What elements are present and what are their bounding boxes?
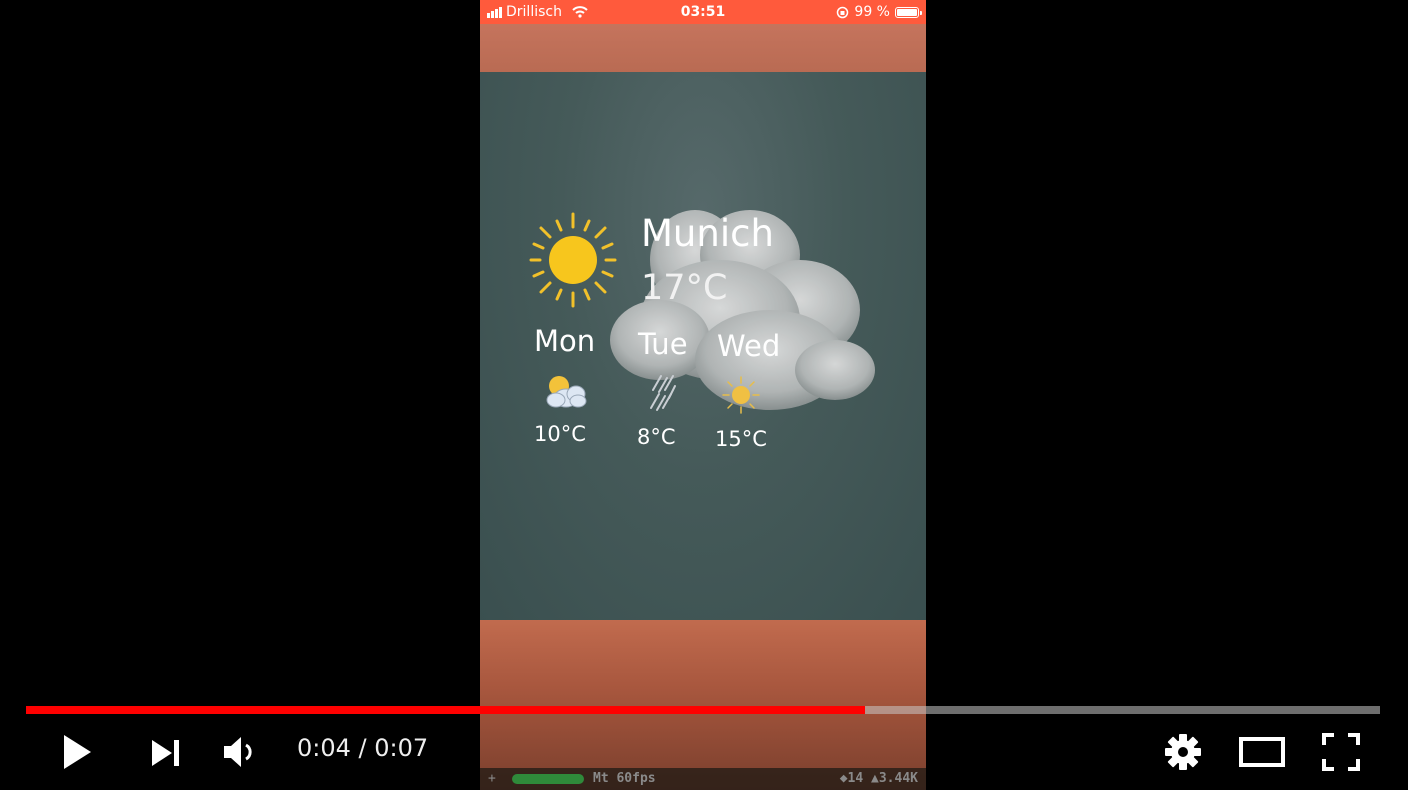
weather-widget: Munich 17°C Mon Tue Wed 10°C 8°C 15°C [480, 0, 926, 470]
progress-played [26, 706, 866, 714]
theater-mode-icon [1239, 737, 1285, 767]
battery-icon [895, 6, 922, 18]
volume-icon [224, 737, 252, 767]
forecast-temp-tue: 8°C [637, 425, 676, 449]
forecast-day-tue: Tue [638, 327, 688, 361]
ios-status-bar: Drillisch 03:51 99 % [480, 0, 926, 24]
rain-icon [650, 375, 676, 411]
partly-cloudy-icon [546, 376, 587, 408]
forecast-day-mon: Mon [534, 324, 596, 358]
forecast-temp-wed: 15°C [715, 427, 767, 451]
sun-icon [529, 212, 617, 308]
video-frame: Munich 17°C Mon Tue Wed 10°C 8°C 15°C Dr… [480, 0, 926, 790]
stats-expand-button[interactable]: + [488, 771, 496, 786]
time-separator: / [350, 734, 375, 762]
sun-icon [722, 376, 760, 414]
play-icon [64, 735, 91, 769]
fps-readout: Mt 60fps [593, 771, 656, 786]
theater-mode-button[interactable] [1238, 736, 1286, 772]
scenekit-stats-bar: + Mt 60fps ◆14 ▲3.44K [480, 768, 926, 790]
next-button[interactable] [150, 738, 182, 772]
duration: 0:07 [374, 734, 429, 762]
fullscreen-icon [1322, 733, 1360, 771]
time-display: 0:04 / 0:07 [297, 734, 428, 762]
forecast-day-wed: Wed [717, 329, 781, 363]
volume-button[interactable] [222, 734, 258, 774]
current-temperature: 17°C [641, 268, 728, 308]
play-button[interactable] [60, 732, 94, 776]
city-name: Munich [641, 212, 774, 255]
settings-icon [1165, 734, 1201, 770]
floor [480, 620, 926, 790]
progress-bar[interactable] [26, 706, 1380, 714]
orientation-lock-icon [837, 6, 849, 18]
battery-percent: 99 % [854, 4, 890, 20]
next-icon [152, 740, 179, 766]
settings-button[interactable] [1164, 733, 1202, 775]
fullscreen-button[interactable] [1322, 733, 1360, 775]
current-time: 0:04 [297, 734, 351, 762]
frame-meter [512, 774, 584, 784]
forecast-temp-mon: 10°C [534, 422, 586, 446]
scene-stats: ◆14 ▲3.44K [839, 771, 918, 786]
